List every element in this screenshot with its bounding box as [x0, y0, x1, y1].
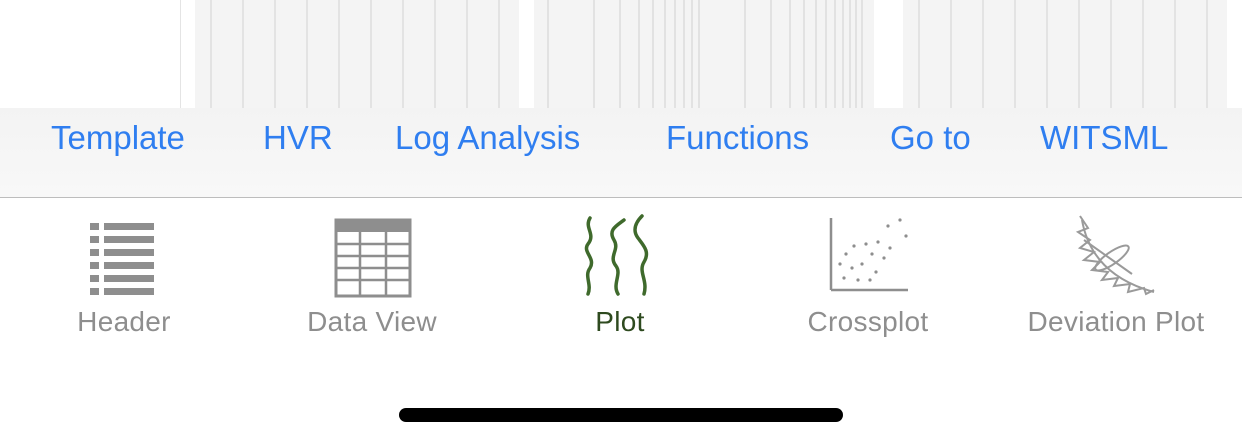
witsml-button[interactable]: WITSML: [1040, 108, 1168, 168]
track-2-log-grid: [547, 0, 863, 108]
tab-plot-label: Plot: [595, 306, 645, 337]
log-curves-icon: [578, 214, 662, 298]
tab-header-label: Header: [77, 306, 171, 337]
template-button[interactable]: Template: [51, 108, 185, 168]
tab-crossplot-label: Crossplot: [807, 306, 929, 337]
tab-deviation-plot-label: Deviation Plot: [1027, 306, 1205, 337]
table-grid-icon: [330, 214, 414, 298]
app-screen: Template HVR Log Analysis Functions Go t…: [0, 0, 1242, 447]
track-3-grid: [918, 0, 1208, 108]
tab-bar: Header Data View Plot Crossplot Deviatio…: [0, 198, 1242, 358]
tab-plot[interactable]: Plot: [496, 198, 744, 348]
plot-track-1[interactable]: [195, 0, 519, 108]
plot-track-2[interactable]: [534, 0, 874, 108]
plot-track-3[interactable]: [903, 0, 1227, 108]
tab-header[interactable]: Header: [0, 198, 248, 348]
log-analysis-button[interactable]: Log Analysis: [395, 108, 580, 168]
tab-data-view[interactable]: Data View: [248, 198, 496, 348]
list-icon: [82, 214, 166, 298]
track-1-grid: [210, 0, 500, 108]
scatter-plot-icon: [826, 214, 910, 298]
go-to-button[interactable]: Go to: [890, 108, 971, 168]
functions-button[interactable]: Functions: [666, 108, 809, 168]
tab-crossplot[interactable]: Crossplot: [744, 198, 992, 348]
functions-toolbar: Template HVR Log Analysis Functions Go t…: [0, 108, 1242, 198]
depth-track-divider: [180, 0, 181, 108]
plot-tracks-area[interactable]: [0, 0, 1242, 108]
deviation-curve-icon: [1074, 214, 1158, 298]
hvr-button[interactable]: HVR: [263, 108, 333, 168]
tab-data-view-label: Data View: [307, 306, 437, 337]
home-indicator[interactable]: [399, 408, 843, 422]
tab-deviation-plot[interactable]: Deviation Plot: [992, 198, 1240, 348]
